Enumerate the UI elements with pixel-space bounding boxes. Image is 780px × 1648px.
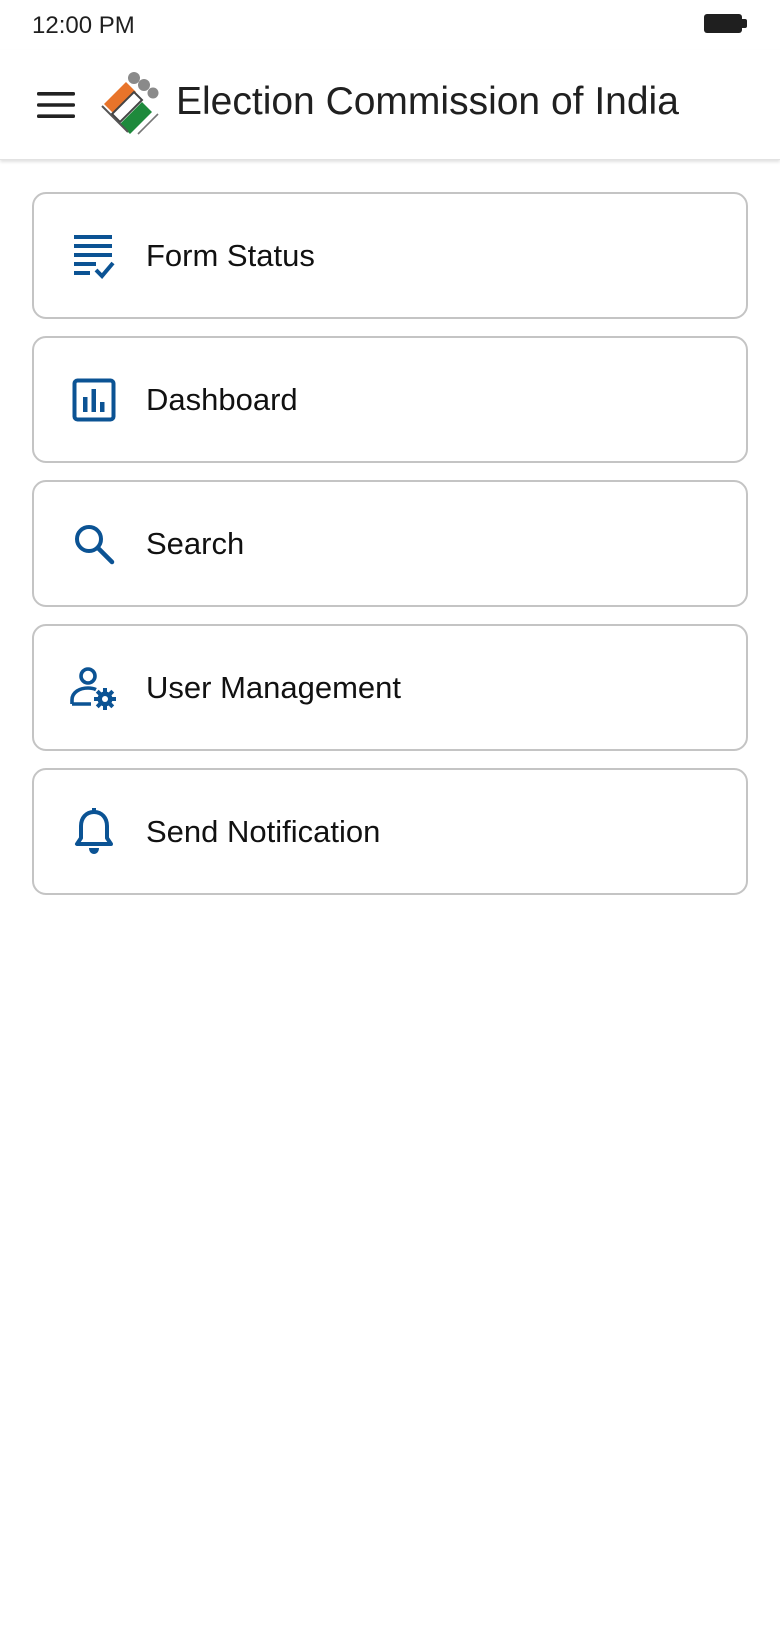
- menu-item-label: Search: [146, 525, 245, 561]
- app-bar: Election Commission of India: [0, 50, 780, 160]
- status-bar: 12:00 PM: [0, 0, 780, 50]
- menu-item-user-management[interactable]: User Management: [32, 624, 748, 751]
- battery-full-icon: [704, 14, 747, 33]
- menu-item-label: Dashboard: [146, 381, 298, 417]
- status-time: 12:00 PM: [32, 12, 135, 39]
- search-icon: [68, 518, 120, 570]
- menu-item-label: Send Notification: [146, 813, 381, 849]
- bell-icon: [68, 806, 120, 858]
- menu-item-dashboard[interactable]: Dashboard: [32, 336, 748, 463]
- form-checklist-icon: [68, 230, 120, 282]
- menu-list: Form Status Dashboard Search User Manage…: [32, 192, 748, 912]
- menu-item-label: Form Status: [146, 237, 315, 273]
- hamburger-menu-icon[interactable]: [30, 83, 82, 127]
- user-settings-icon: [68, 662, 120, 714]
- menu-item-label: User Management: [146, 669, 402, 705]
- menu-item-send-notification[interactable]: Send Notification: [32, 768, 748, 895]
- menu-item-form-status[interactable]: Form Status: [32, 192, 748, 319]
- menu-item-search[interactable]: Search: [32, 480, 748, 607]
- app-title: Election Commission of India: [176, 80, 679, 123]
- bar-chart-icon: [68, 374, 120, 426]
- eci-logo-icon: [98, 70, 162, 138]
